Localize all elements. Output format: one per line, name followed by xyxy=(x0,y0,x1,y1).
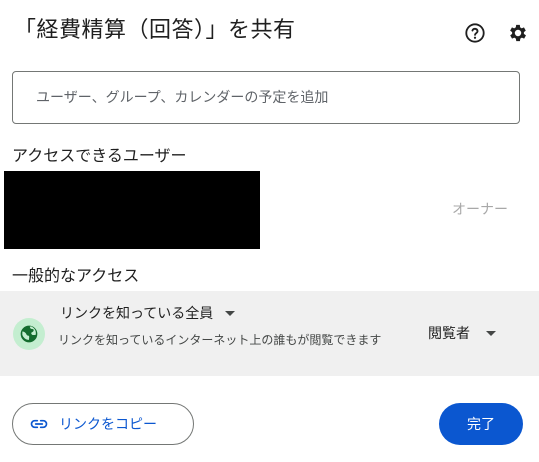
dialog-title: 「経費精算（回答）」を共有 xyxy=(14,18,296,43)
redacted-user-info xyxy=(4,171,260,249)
link-scope-label: リンクを知っている全員 xyxy=(60,306,214,322)
globe-icon xyxy=(13,318,45,350)
caret-down-icon xyxy=(225,310,236,316)
general-access-panel: リンクを知っている全員 リンクを知っているインターネット上の誰もが閲覧できます … xyxy=(0,291,539,376)
settings-button[interactable] xyxy=(503,18,533,48)
help-button[interactable] xyxy=(460,18,490,48)
user-row: オーナー xyxy=(4,171,524,249)
link-scope-dropdown[interactable]: リンクを知っている全員 xyxy=(60,303,236,323)
gear-icon xyxy=(510,24,526,42)
done-button[interactable]: 完了 xyxy=(439,403,523,445)
link-scope-description: リンクを知っているインターネット上の誰もが閲覧できます xyxy=(58,333,382,347)
copy-link-label: リンクをコピー xyxy=(59,417,157,433)
add-people-input[interactable] xyxy=(34,88,519,107)
help-icon xyxy=(465,23,485,43)
general-access-heading: 一般的なアクセス xyxy=(12,266,140,285)
access-heading: アクセスできるユーザー xyxy=(12,146,187,165)
link-role-label: 閲覧者 xyxy=(428,326,470,342)
copy-link-button[interactable]: リンクをコピー xyxy=(12,403,194,445)
caret-down-icon xyxy=(486,330,496,336)
add-people-field[interactable] xyxy=(12,71,520,124)
owner-role-label: オーナー xyxy=(452,202,508,218)
link-role-dropdown[interactable]: 閲覧者 xyxy=(428,323,496,343)
link-icon xyxy=(30,419,48,429)
